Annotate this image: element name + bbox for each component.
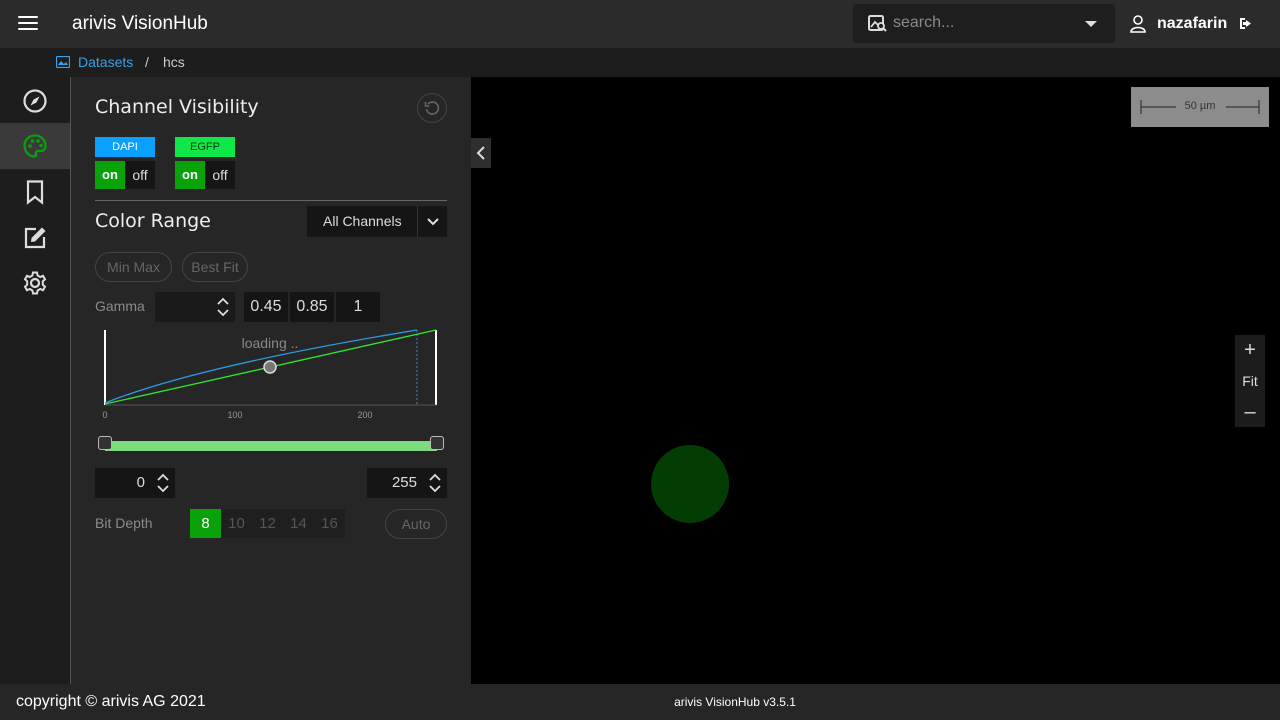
dapi-on-button[interactable]: on <box>95 161 125 189</box>
chevron-down-icon <box>417 206 447 237</box>
dapi-off-button[interactable]: off <box>125 161 155 189</box>
range-max-spinner[interactable] <box>423 468 447 498</box>
breadcrumb-current: hcs <box>163 54 185 70</box>
tick-label: 100 <box>227 410 242 420</box>
min-max-button[interactable]: Min Max <box>95 252 172 282</box>
channel-select-value: All Channels <box>323 213 402 229</box>
sidebar-item-annotate[interactable] <box>0 215 70 261</box>
reset-button[interactable] <box>417 93 447 123</box>
channel-visibility-title: Channel Visibility <box>95 96 259 118</box>
sidebar-item-display[interactable] <box>0 123 70 169</box>
zoom-controls: + Fit – <box>1235 335 1265 427</box>
sidebar-item-navigate[interactable] <box>0 78 70 124</box>
top-bar: arivis VisionHub nazafarin <box>0 0 1280 48</box>
histogram-curve[interactable]: loading .. 0 100 200 <box>95 325 447 425</box>
sidebar-rail <box>0 77 71 684</box>
channel-label-egfp: EGFP <box>175 137 235 157</box>
gear-icon <box>23 271 47 295</box>
tick-label: 0 <box>102 410 107 420</box>
bit-depth-label: Bit Depth <box>95 515 153 531</box>
range-max-input[interactable]: 255 <box>367 468 447 498</box>
chevron-down-icon[interactable] <box>157 485 169 493</box>
palette-icon <box>23 134 47 158</box>
search-box[interactable] <box>853 4 1115 43</box>
chevron-down-icon[interactable] <box>1085 21 1097 27</box>
color-range-title: Color Range <box>95 210 211 232</box>
chevron-up-icon[interactable] <box>217 297 229 305</box>
zoom-fit-button[interactable]: Fit <box>1235 366 1265 396</box>
footer: copyright © arivis AG 2021 arivis Vision… <box>0 684 1280 720</box>
range-slider-max-handle[interactable] <box>430 436 444 450</box>
reset-icon <box>424 101 440 115</box>
channel-toggle-egfp: on off <box>175 161 235 189</box>
sidebar-item-settings[interactable] <box>0 260 70 306</box>
section-divider <box>95 200 447 201</box>
chevron-down-icon[interactable] <box>217 309 229 317</box>
channel-label-dapi: DAPI <box>95 137 155 157</box>
range-min-value: 0 <box>136 474 145 491</box>
range-slider-min-handle[interactable] <box>98 436 112 450</box>
scale-bar: 50 µm <box>1131 87 1269 127</box>
sidebar-item-bookmarks[interactable] <box>0 169 70 215</box>
bookmark-icon <box>26 180 44 205</box>
breadcrumb-datasets-link[interactable]: Datasets <box>78 54 133 70</box>
gamma-preset-1[interactable]: 0.85 <box>290 292 334 322</box>
chevron-up-icon[interactable] <box>157 473 169 481</box>
loading-text: loading .. <box>242 335 299 351</box>
display-panel: Channel Visibility DAPI on off EGFP on o… <box>71 77 471 684</box>
image-viewer[interactable]: 50 µm + Fit – <box>471 77 1280 684</box>
app-title: arivis VisionHub <box>72 13 208 34</box>
bit-depth-14[interactable]: 14 <box>283 509 314 538</box>
breadcrumb-separator: / <box>145 54 149 70</box>
bit-depth-16[interactable]: 16 <box>314 509 345 538</box>
auto-button[interactable]: Auto <box>385 509 447 539</box>
range-slider-track[interactable] <box>105 441 437 451</box>
search-input[interactable] <box>893 12 1073 34</box>
collapse-panel-button[interactable] <box>471 138 491 168</box>
egfp-off-button[interactable]: off <box>205 161 235 189</box>
scale-bar-label: 50 µm <box>1184 100 1216 112</box>
channel-select[interactable]: All Channels <box>307 206 447 237</box>
gamma-spinner[interactable] <box>211 292 235 322</box>
image-search-icon <box>868 15 887 32</box>
range-min-input[interactable]: 0 <box>95 468 175 498</box>
user-icon[interactable] <box>1130 15 1146 33</box>
channel-toggle-dapi: on off <box>95 161 155 189</box>
gamma-preset-0[interactable]: 0.45 <box>244 292 288 322</box>
range-min-spinner[interactable] <box>151 468 175 498</box>
gamma-label: Gamma <box>95 298 145 314</box>
chevron-left-icon <box>476 146 485 160</box>
bit-depth-8[interactable]: 8 <box>190 509 221 538</box>
bit-depth-12[interactable]: 12 <box>252 509 283 538</box>
range-max-value: 255 <box>391 474 417 491</box>
gamma-handle[interactable] <box>263 360 277 374</box>
breadcrumb: Datasets / hcs <box>0 48 1280 77</box>
zoom-out-button[interactable]: – <box>1235 397 1265 427</box>
bit-depth-10[interactable]: 10 <box>221 509 252 538</box>
zoom-in-button[interactable]: + <box>1235 335 1265 365</box>
best-fit-button[interactable]: Best Fit <box>182 252 248 282</box>
edit-icon <box>24 227 46 249</box>
chevron-down-icon[interactable] <box>429 485 441 493</box>
menu-icon[interactable] <box>18 16 38 32</box>
compass-icon <box>23 89 47 113</box>
egfp-on-button[interactable]: on <box>175 161 205 189</box>
tick-label: 200 <box>357 410 372 420</box>
gamma-input[interactable] <box>155 292 235 322</box>
version-text: arivis VisionHub v3.5.1 <box>674 695 796 709</box>
logout-icon[interactable] <box>1238 16 1253 31</box>
image-icon <box>56 56 70 68</box>
cell-object <box>651 445 729 523</box>
chevron-up-icon[interactable] <box>429 473 441 481</box>
username[interactable]: nazafarin <box>1157 15 1227 33</box>
gamma-preset-2[interactable]: 1 <box>336 292 380 322</box>
